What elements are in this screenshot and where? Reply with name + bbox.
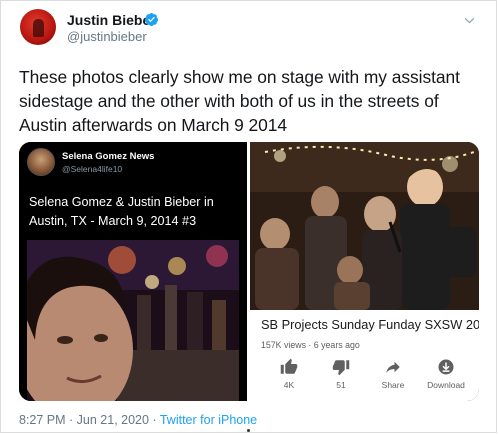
tweet-card: Justin Bieber @justinbieber These photos… (0, 0, 497, 433)
embedded-handle: @Selena4life10 (62, 164, 123, 174)
concert-video-thumbnail[interactable] (250, 142, 479, 310)
tweet-media[interactable]: Selena Gomez News @Selena4life10 Selena … (19, 142, 479, 401)
author-name[interactable]: Justin Bieber (67, 12, 156, 28)
embedded-name: Selena Gomez News (62, 151, 155, 162)
thumbs-up-icon (280, 358, 298, 374)
tweet-time[interactable]: 8:27 PM (19, 413, 66, 427)
like-button[interactable]: 4K (261, 358, 317, 390)
street-selfie-photo (27, 240, 239, 401)
stray-dot (247, 429, 250, 432)
download-icon (438, 359, 454, 375)
embedded-tweet-text: Selena Gomez & Justin Bieber in Austin, … (29, 195, 214, 228)
embedded-avatar (27, 148, 55, 176)
verified-badge-icon (144, 12, 159, 27)
dislike-button[interactable]: 51 (313, 358, 369, 390)
video-title[interactable]: SB Projects Sunday Funday SXSW 201 (261, 317, 479, 332)
tweet-text: These photos clearly show me on stage wi… (19, 67, 460, 135)
thumbs-down-icon (332, 360, 350, 376)
video-meta: 157K views · 6 years ago (261, 340, 360, 350)
chevron-down-icon[interactable] (463, 14, 476, 27)
tweet-timestamp: 8:27 PM · Jun 21, 2020 · Twitter for iPh… (19, 413, 258, 427)
author-handle[interactable]: @justinbieber (67, 29, 147, 44)
share-icon (386, 361, 400, 373)
download-button[interactable]: Download (418, 358, 474, 390)
share-button[interactable]: Share (365, 358, 421, 390)
embedded-tweet-screenshot[interactable]: Selena Gomez News @Selena4life10 Selena … (19, 142, 247, 401)
author-avatar[interactable] (20, 9, 56, 45)
video-actions: 4K 51 Share Download (250, 358, 479, 398)
tweet-source-link[interactable]: Twitter for iPhone (160, 413, 257, 427)
tweet-date[interactable]: Jun 21, 2020 (77, 413, 149, 427)
youtube-screenshot[interactable]: SB Projects Sunday Funday SXSW 201 157K … (250, 142, 479, 401)
